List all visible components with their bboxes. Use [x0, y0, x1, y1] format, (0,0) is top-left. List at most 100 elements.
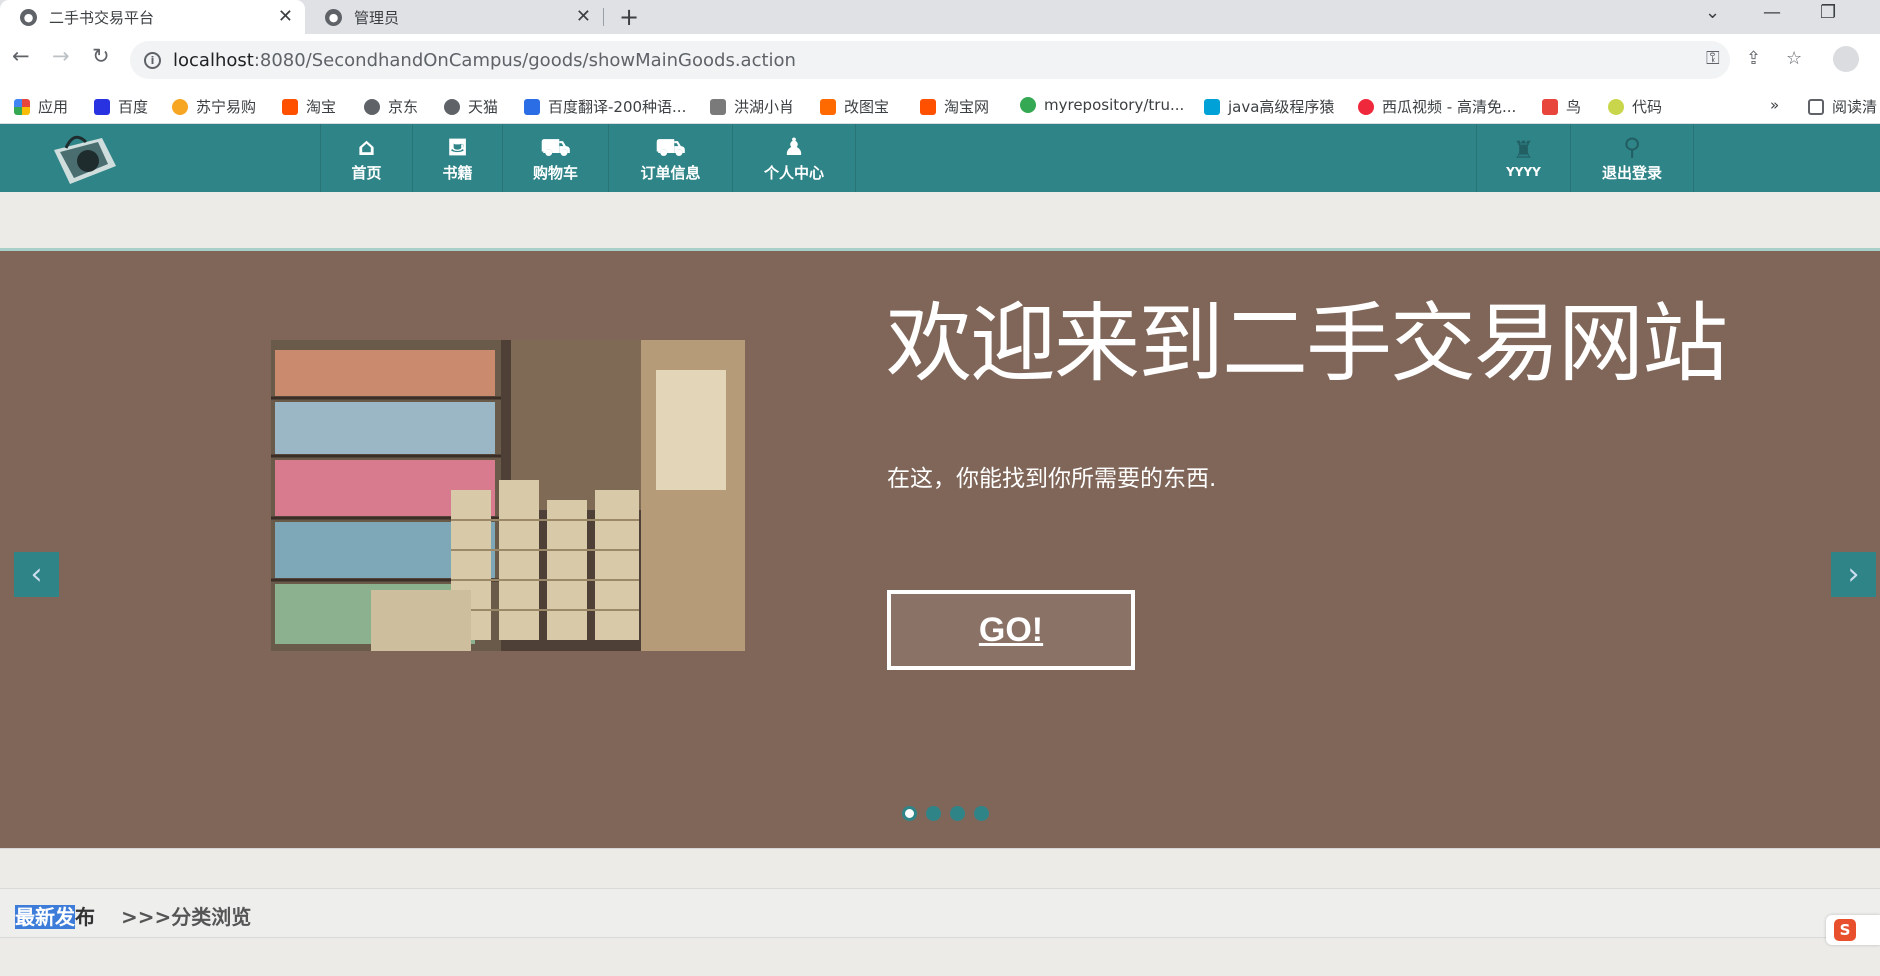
- basket-icon: ⛾: [447, 132, 468, 161]
- bookmark-item[interactable]: 淘宝网: [920, 96, 989, 117]
- bookmark-item[interactable]: 代码: [1608, 96, 1662, 117]
- bookmark-item[interactable]: 苏宁易购: [172, 96, 256, 117]
- nav-home[interactable]: ⌂ 首页: [320, 124, 412, 192]
- tab-active[interactable]: ● 二手书交易平台 ✕: [0, 0, 305, 34]
- key-icon[interactable]: ⚿: [1706, 48, 1720, 69]
- bookmark-item[interactable]: 京东: [364, 96, 418, 117]
- nav-books[interactable]: ⛾ 书籍: [412, 124, 502, 192]
- pin-icon: ⚲: [1623, 132, 1641, 161]
- globe-icon: [444, 98, 460, 115]
- chevron-right-icon: ›: [1847, 557, 1860, 592]
- apps-icon: [14, 98, 30, 115]
- back-icon[interactable]: ←: [12, 44, 30, 68]
- bookmark-item[interactable]: 改图宝: [820, 96, 889, 117]
- restore-icon[interactable]: ❐: [1820, 2, 1836, 23]
- new-tab-icon[interactable]: +: [619, 3, 639, 31]
- carousel-dot[interactable]: [926, 806, 941, 821]
- bookshelf-photo: [271, 340, 745, 651]
- section-nav: 最新发布 >>>分类浏览: [0, 888, 1880, 938]
- bookmarks-overflow[interactable]: »: [1770, 96, 1779, 114]
- bookmark-icon: [710, 98, 726, 115]
- hero-title: 欢迎来到二手交易网站: [886, 294, 1728, 394]
- carousel-dot[interactable]: [902, 806, 917, 821]
- url-path: :8080/SecondhandOnCampus/goods/showMainG…: [253, 49, 796, 71]
- info-icon[interactable]: i: [144, 51, 161, 69]
- bookmark-item[interactable]: 西瓜视频 - 高清免...: [1358, 96, 1516, 117]
- globe-icon: ●: [20, 8, 37, 26]
- sogou-icon: S: [1834, 919, 1856, 941]
- truck-icon: ⛟: [655, 132, 686, 161]
- spacer-band: [0, 192, 1880, 248]
- bilibili-icon: [1204, 98, 1220, 115]
- gaitubao-icon: [820, 98, 836, 115]
- share-icon[interactable]: ⇪: [1746, 48, 1761, 69]
- xigua-icon: [1358, 98, 1374, 115]
- suning-icon: [172, 98, 188, 115]
- bookmarks-bar: 应用 百度 苏宁易购 淘宝 京东 天猫 百度翻译-200种语... 洪湖小肖 改…: [0, 86, 1880, 124]
- globe-icon: ●: [325, 8, 342, 26]
- baidu-icon: [94, 98, 110, 115]
- reading-list[interactable]: 阅读清: [1808, 96, 1877, 117]
- user-add-icon: ♟: [783, 132, 805, 161]
- hero-carousel: 欢迎来到二手交易网站 在这，你能找到你所需要的东西. GO! ‹ ›: [0, 248, 1880, 848]
- page-bottom: [0, 938, 1880, 976]
- reload-icon[interactable]: ↻: [92, 44, 110, 68]
- translate-icon: [524, 98, 540, 115]
- browse-categories-link[interactable]: >>>分类浏览: [121, 901, 251, 930]
- nav-orders[interactable]: ⛟ 订单信息: [608, 124, 732, 192]
- close-icon[interactable]: ✕: [278, 6, 293, 27]
- latest-text-rest: 布: [75, 905, 95, 929]
- star-icon[interactable]: ☆: [1786, 48, 1802, 69]
- hero-subtitle: 在这，你能找到你所需要的东西.: [887, 466, 1217, 492]
- bird-icon: [1542, 98, 1558, 115]
- url-host: localhost: [173, 49, 254, 71]
- bookmark-item[interactable]: 淘宝: [282, 96, 336, 117]
- bookmark-item[interactable]: 洪湖小肖: [710, 96, 794, 117]
- browser-tabstrip: ● 二手书交易平台 ✕ ● 管理员 ✕ + ⌄ — ❐: [0, 0, 1880, 34]
- tab-search-icon[interactable]: ⌄: [1705, 2, 1720, 23]
- code-icon: [1608, 98, 1624, 115]
- nav-cart[interactable]: ⛟ 购物车: [502, 124, 608, 192]
- spacer-band: [0, 848, 1880, 888]
- carousel-prev-button[interactable]: ‹: [14, 552, 59, 597]
- tab-title: 管理员: [354, 8, 400, 27]
- bookmark-item[interactable]: 百度: [94, 96, 148, 117]
- tab-inactive[interactable]: ● 管理员 ✕: [305, 0, 603, 34]
- browser-toolbar: ← → ↻ i localhost:8080/SecondhandOnCampu…: [0, 34, 1880, 86]
- chrome-icon: [1020, 97, 1036, 113]
- go-button[interactable]: GO!: [887, 590, 1135, 670]
- carousel-indicators: [902, 806, 989, 821]
- carousel-next-button[interactable]: ›: [1831, 552, 1876, 597]
- selected-text: 最新发: [15, 905, 75, 929]
- home-icon: ⌂: [357, 132, 376, 161]
- bookmark-item[interactable]: myrepository/tru...: [1020, 96, 1184, 114]
- bookmark-item[interactable]: java高级程序猿: [1204, 96, 1334, 117]
- tab-separator: [603, 8, 604, 26]
- cart-icon: ⛟: [540, 132, 571, 161]
- carousel-dot[interactable]: [974, 806, 989, 821]
- site-header: ⌂ 首页 ⛾ 书籍 ⛟ 购物车 ⛟ 订单信息 ♟ 个人中心 ♜ YYYY ⚲ 退…: [0, 124, 1880, 192]
- bookmark-item[interactable]: 鸟: [1542, 96, 1581, 117]
- nav-profile[interactable]: ♟ 个人中心: [732, 124, 856, 192]
- bookmark-apps[interactable]: 应用: [14, 96, 68, 117]
- site-logo[interactable]: [44, 128, 124, 188]
- taobao-icon: [920, 98, 936, 115]
- nav-logout[interactable]: ⚲ 退出登录: [1570, 124, 1694, 192]
- close-icon[interactable]: ✕: [576, 6, 591, 27]
- bookmark-item[interactable]: 天猫: [444, 96, 498, 117]
- globe-icon: [364, 98, 380, 115]
- profile-avatar[interactable]: [1833, 46, 1859, 72]
- address-bar[interactable]: i localhost:8080/SecondhandOnCampus/good…: [130, 41, 1730, 79]
- reading-list-icon: [1808, 98, 1824, 115]
- chevron-left-icon: ‹: [30, 557, 43, 592]
- tab-title: 二手书交易平台: [49, 8, 155, 27]
- minimize-icon[interactable]: —: [1763, 2, 1781, 23]
- ime-badge[interactable]: S: [1826, 915, 1880, 945]
- carousel-dot[interactable]: [950, 806, 965, 821]
- nav-user[interactable]: ♜ YYYY: [1476, 124, 1570, 192]
- bookmark-item[interactable]: 百度翻译-200种语...: [524, 96, 686, 117]
- latest-releases-link[interactable]: 最新发布: [15, 901, 95, 930]
- user-group-icon: ♜: [1512, 136, 1535, 164]
- forward-icon[interactable]: →: [52, 44, 70, 68]
- taobao-icon: [282, 98, 298, 115]
